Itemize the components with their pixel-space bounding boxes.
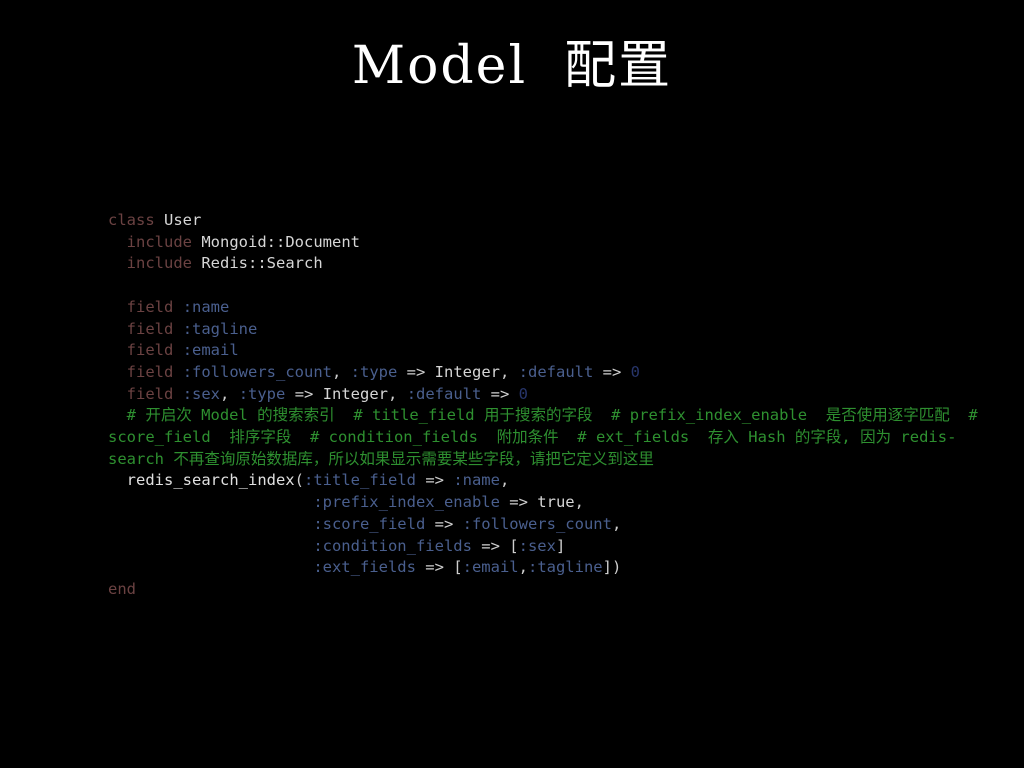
code-comment-line: # 开启次 Model 的搜索索引 # title_field 用于搜索的字段 … [108,406,988,468]
code-token-sym: :default [406,384,482,403]
code-token-id: Integer [434,362,500,381]
code-line: field :sex, :type => Integer, :default =… [108,384,988,406]
slide-root: Model 配置 class User include Mongoid::Doc… [0,0,1024,768]
code-token-punc: ]) [602,558,622,577]
code-token-op [155,211,164,229]
code-token-sym: :email [462,558,519,577]
code-token-punc: [ [453,558,463,577]
code-token-id: Mongoid::Document [201,232,360,251]
code-token-id: User [164,211,202,229]
code-line: field :followers_count, :type => Integer… [108,362,988,384]
code-token-sym: :followers_count [462,514,612,533]
code-token-op: => [285,384,323,403]
code-token-num: 0 [518,384,529,403]
code-line: field :name [108,297,988,319]
code-token-sym: :followers_count [182,362,332,381]
code-token-op: => [593,362,631,381]
code-token-id: true [537,493,575,512]
code-line: :condition_fields => [:sex] [108,536,988,558]
code-line: include Redis::Search [108,253,988,275]
code-token-punc: , [500,362,519,381]
code-token-punc: , [220,384,239,403]
code-token-sym: :email [182,341,239,360]
code-token-sym: :title_field [304,471,416,490]
code-token-kw: end [108,579,136,598]
code-line: :prefix_index_enable => true, [108,492,988,514]
code-token-id: Redis::Search [201,254,323,273]
code-token-punc: [ [509,536,519,555]
code-line: field :email [108,340,988,362]
code-token-op: => [415,471,454,490]
code-token-sym: :name [182,297,230,316]
code-token-kw: field [126,341,174,360]
code-line: :score_field => :followers_count, [108,514,988,536]
code-token-punc: ] [555,536,566,555]
code-token-sym: :tagline [527,558,603,577]
code-line: redis_search_index(:title_field => :name… [108,470,988,492]
code-token-op [173,298,182,316]
code-token-sym: :ext_fields [313,558,416,577]
code-token-op: => [425,514,463,533]
code-line: field :tagline [108,319,988,341]
code-token-op [173,385,182,403]
code-token-meth: redis_search_index [126,471,295,490]
code-token-op: => [397,362,435,381]
code-token-punc: , [499,471,510,490]
code-token-sym: :prefix_index_enable [313,493,500,512]
code-token-sym: :sex [182,384,221,403]
code-token-num: 0 [630,362,640,381]
code-token-op [173,363,182,381]
code-token-sym: :name [453,471,500,490]
code-token-op [192,233,201,251]
code-token-op: => [471,536,510,555]
code-token-kw: field [126,297,174,316]
code-token-sym: :score_field [313,514,426,533]
slide-title: Model 配置 [351,36,673,96]
code-token-sym: :default [518,362,594,381]
code-token-kw: field [126,319,174,338]
code-token-op: => [415,558,454,577]
code-line: :ext_fields => [:email,:tagline]) [108,557,988,579]
code-token-punc: , [518,558,528,577]
code-token-kw: class [108,211,155,229]
code-token-sym: :condition_fields [313,536,472,555]
code-line: class User [108,210,988,232]
code-token-op: => [499,493,538,512]
code-token-op [173,320,182,338]
code-token-sym: :type [238,384,286,403]
code-token-sym: :tagline [182,319,258,338]
code-token-punc: , [388,384,407,403]
code-token-id: Integer [322,384,389,403]
code-token-op [192,254,201,272]
code-line: end [108,579,988,601]
code-token-punc: ( [294,471,304,490]
code-token-op [173,341,182,359]
code-line: include Mongoid::Document [108,232,988,254]
code-listing: class User include Mongoid::Document inc… [108,210,988,601]
code-token-punc: , [611,514,622,533]
code-token-kw: include [126,254,192,273]
code-token-kw: include [126,232,192,251]
code-token-punc: , [574,493,584,512]
code-token-sym: :sex [518,536,556,555]
code-token-punc: , [332,362,351,381]
code-token-op: => [481,384,519,403]
code-token-kw: field [126,384,174,403]
code-token-sym: :type [350,362,398,381]
code-token-kw: field [126,362,174,381]
